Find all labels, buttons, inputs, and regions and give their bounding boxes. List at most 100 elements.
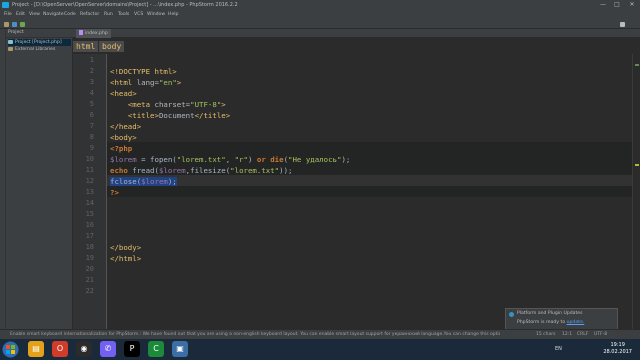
code-line[interactable]: ?> <box>110 187 119 198</box>
line-number[interactable]: 1 <box>90 55 94 66</box>
menu-window[interactable]: Window <box>147 10 165 20</box>
code-token: $lorem <box>141 177 168 186</box>
viber-icon[interactable]: ✆ <box>100 341 116 357</box>
minimize-button[interactable]: — <box>596 0 610 10</box>
menu-refactor[interactable]: Refactor <box>80 10 99 20</box>
line-number[interactable]: 17 <box>86 231 94 242</box>
menu-tools[interactable]: Tools <box>118 10 129 20</box>
notification-title: Platform and Plugin Updates <box>517 311 583 316</box>
php-file-icon <box>79 30 83 35</box>
tree-item-external-libraries[interactable]: External Libraries <box>8 46 55 53</box>
breadcrumb-body[interactable]: body <box>99 41 125 52</box>
maximize-button[interactable]: □ <box>610 0 624 10</box>
code-token: ); <box>167 177 177 186</box>
code-token: echo <box>110 166 128 175</box>
line-number[interactable]: 20 <box>86 264 94 275</box>
code-token: <meta <box>127 100 155 109</box>
marker[interactable] <box>635 64 639 66</box>
menu-code[interactable]: Code <box>64 10 76 20</box>
code-line[interactable]: <html lang="en"> <box>110 77 181 88</box>
folder-icon[interactable] <box>4 22 9 27</box>
code-line[interactable]: </head> <box>110 121 141 132</box>
code-editor[interactable]: <!DOCTYPE html> <html lang="en"> <head> <m… <box>107 54 640 329</box>
line-number[interactable]: 8 <box>90 132 94 143</box>
menu-vcs[interactable]: VCS <box>134 10 143 20</box>
line-number[interactable]: 21 <box>86 275 94 286</box>
folder-icon <box>8 39 13 44</box>
code-line[interactable]: <meta charset="UTF-8"> <box>110 99 226 110</box>
code-token: </title> <box>194 111 231 120</box>
line-number[interactable]: 16 <box>86 220 94 231</box>
code-line[interactable]: </html> <box>110 253 141 264</box>
code-token: ,filesize( <box>185 166 231 175</box>
code-token: ?> <box>110 188 119 197</box>
line-number[interactable]: 4 <box>90 88 94 99</box>
breadcrumb: html body <box>73 39 640 54</box>
update-notification[interactable]: Platform and Plugin Updates PhpStorm is … <box>505 308 618 330</box>
close-button[interactable]: ✕ <box>625 0 639 10</box>
save-icon[interactable] <box>12 22 17 27</box>
window-title: Project - [D:\OpenServer\OpenServer\doma… <box>12 2 238 8</box>
explorer-icon[interactable]: ▤ <box>28 341 44 357</box>
info-icon <box>509 312 514 317</box>
php-block-background <box>107 186 640 197</box>
code-line[interactable]: <head> <box>110 88 137 99</box>
code-line[interactable]: <title>Document</title> <box>110 110 230 121</box>
menu-run[interactable]: Run <box>104 10 113 20</box>
error-stripe[interactable] <box>632 54 640 329</box>
code-token: )); <box>279 166 293 175</box>
line-number[interactable]: 2 <box>90 66 94 77</box>
code-token: , <box>225 155 235 164</box>
language-indicator[interactable]: EN <box>555 339 562 360</box>
clock[interactable]: 19:19 28.02.2017 <box>603 342 632 356</box>
line-number[interactable]: 11 <box>86 165 94 176</box>
code-token: <?php <box>110 144 133 153</box>
update-link[interactable]: update. <box>567 320 585 325</box>
phpstorm-icon <box>2 2 9 8</box>
code-token: <title> <box>127 111 159 120</box>
windows-start-icon[interactable] <box>2 341 19 358</box>
code-line[interactable]: echo fread($lorem,filesize("lorem.txt"))… <box>110 165 292 176</box>
chrome-icon[interactable]: ◉ <box>76 341 92 357</box>
line-number[interactable]: 18 <box>86 242 94 253</box>
code-line[interactable]: $lorem = fopen("lorem.txt", "r") or die(… <box>110 154 350 165</box>
menu-edit[interactable]: Edit <box>16 10 25 20</box>
breadcrumb-html[interactable]: html <box>73 41 99 52</box>
tree-item-label: Project [Project.php] <box>15 40 62 45</box>
line-number[interactable]: 19 <box>86 253 94 264</box>
sync-icon[interactable] <box>20 22 25 27</box>
line-number[interactable]: 5 <box>90 99 94 110</box>
menu-navigate[interactable]: Navigate <box>43 10 64 20</box>
app-icon[interactable]: ▣ <box>172 341 188 357</box>
line-number[interactable]: 6 <box>90 110 94 121</box>
project-panel-title[interactable]: Project <box>8 29 24 36</box>
code-line[interactable]: <!DOCTYPE html> <box>110 66 177 77</box>
line-number-gutter: 1 2 3 4 5 6 7 8 9 10 11 12 13 14 15 16 17 18 19 20 21 22 <box>73 54 107 329</box>
code-line[interactable]: <?php <box>110 143 132 154</box>
menu-file[interactable]: File <box>4 10 12 20</box>
line-number[interactable]: 22 <box>86 286 94 297</box>
code-token: "lorem.txt" <box>176 155 226 164</box>
phpstorm-taskbar-icon[interactable]: P <box>124 341 140 357</box>
tree-item-project[interactable]: Project [Project.php] <box>8 39 71 46</box>
camtasia-icon[interactable]: C <box>148 341 164 357</box>
line-number[interactable]: 14 <box>86 198 94 209</box>
opera-icon[interactable]: O <box>52 341 68 357</box>
line-number[interactable]: 12 <box>86 176 94 187</box>
line-number[interactable]: 15 <box>86 209 94 220</box>
line-number[interactable]: 13 <box>86 187 94 198</box>
marker[interactable] <box>635 164 639 166</box>
line-number[interactable]: 10 <box>86 154 94 165</box>
code-token: </html> <box>110 254 142 263</box>
menu-view[interactable]: View <box>29 10 40 20</box>
tab-index-php[interactable]: index.php <box>76 29 111 38</box>
line-number[interactable]: 3 <box>90 77 94 88</box>
code-line[interactable]: </body> <box>110 242 141 253</box>
notification-body: PhpStorm is ready to update. <box>517 320 585 325</box>
code-line[interactable]: <body> <box>110 132 137 143</box>
line-number[interactable]: 9 <box>90 143 94 154</box>
search-icon[interactable] <box>620 22 625 27</box>
line-number[interactable]: 7 <box>90 121 94 132</box>
code-line[interactable]: fclose($lorem); <box>110 176 177 187</box>
menu-help[interactable]: Help <box>168 10 178 20</box>
